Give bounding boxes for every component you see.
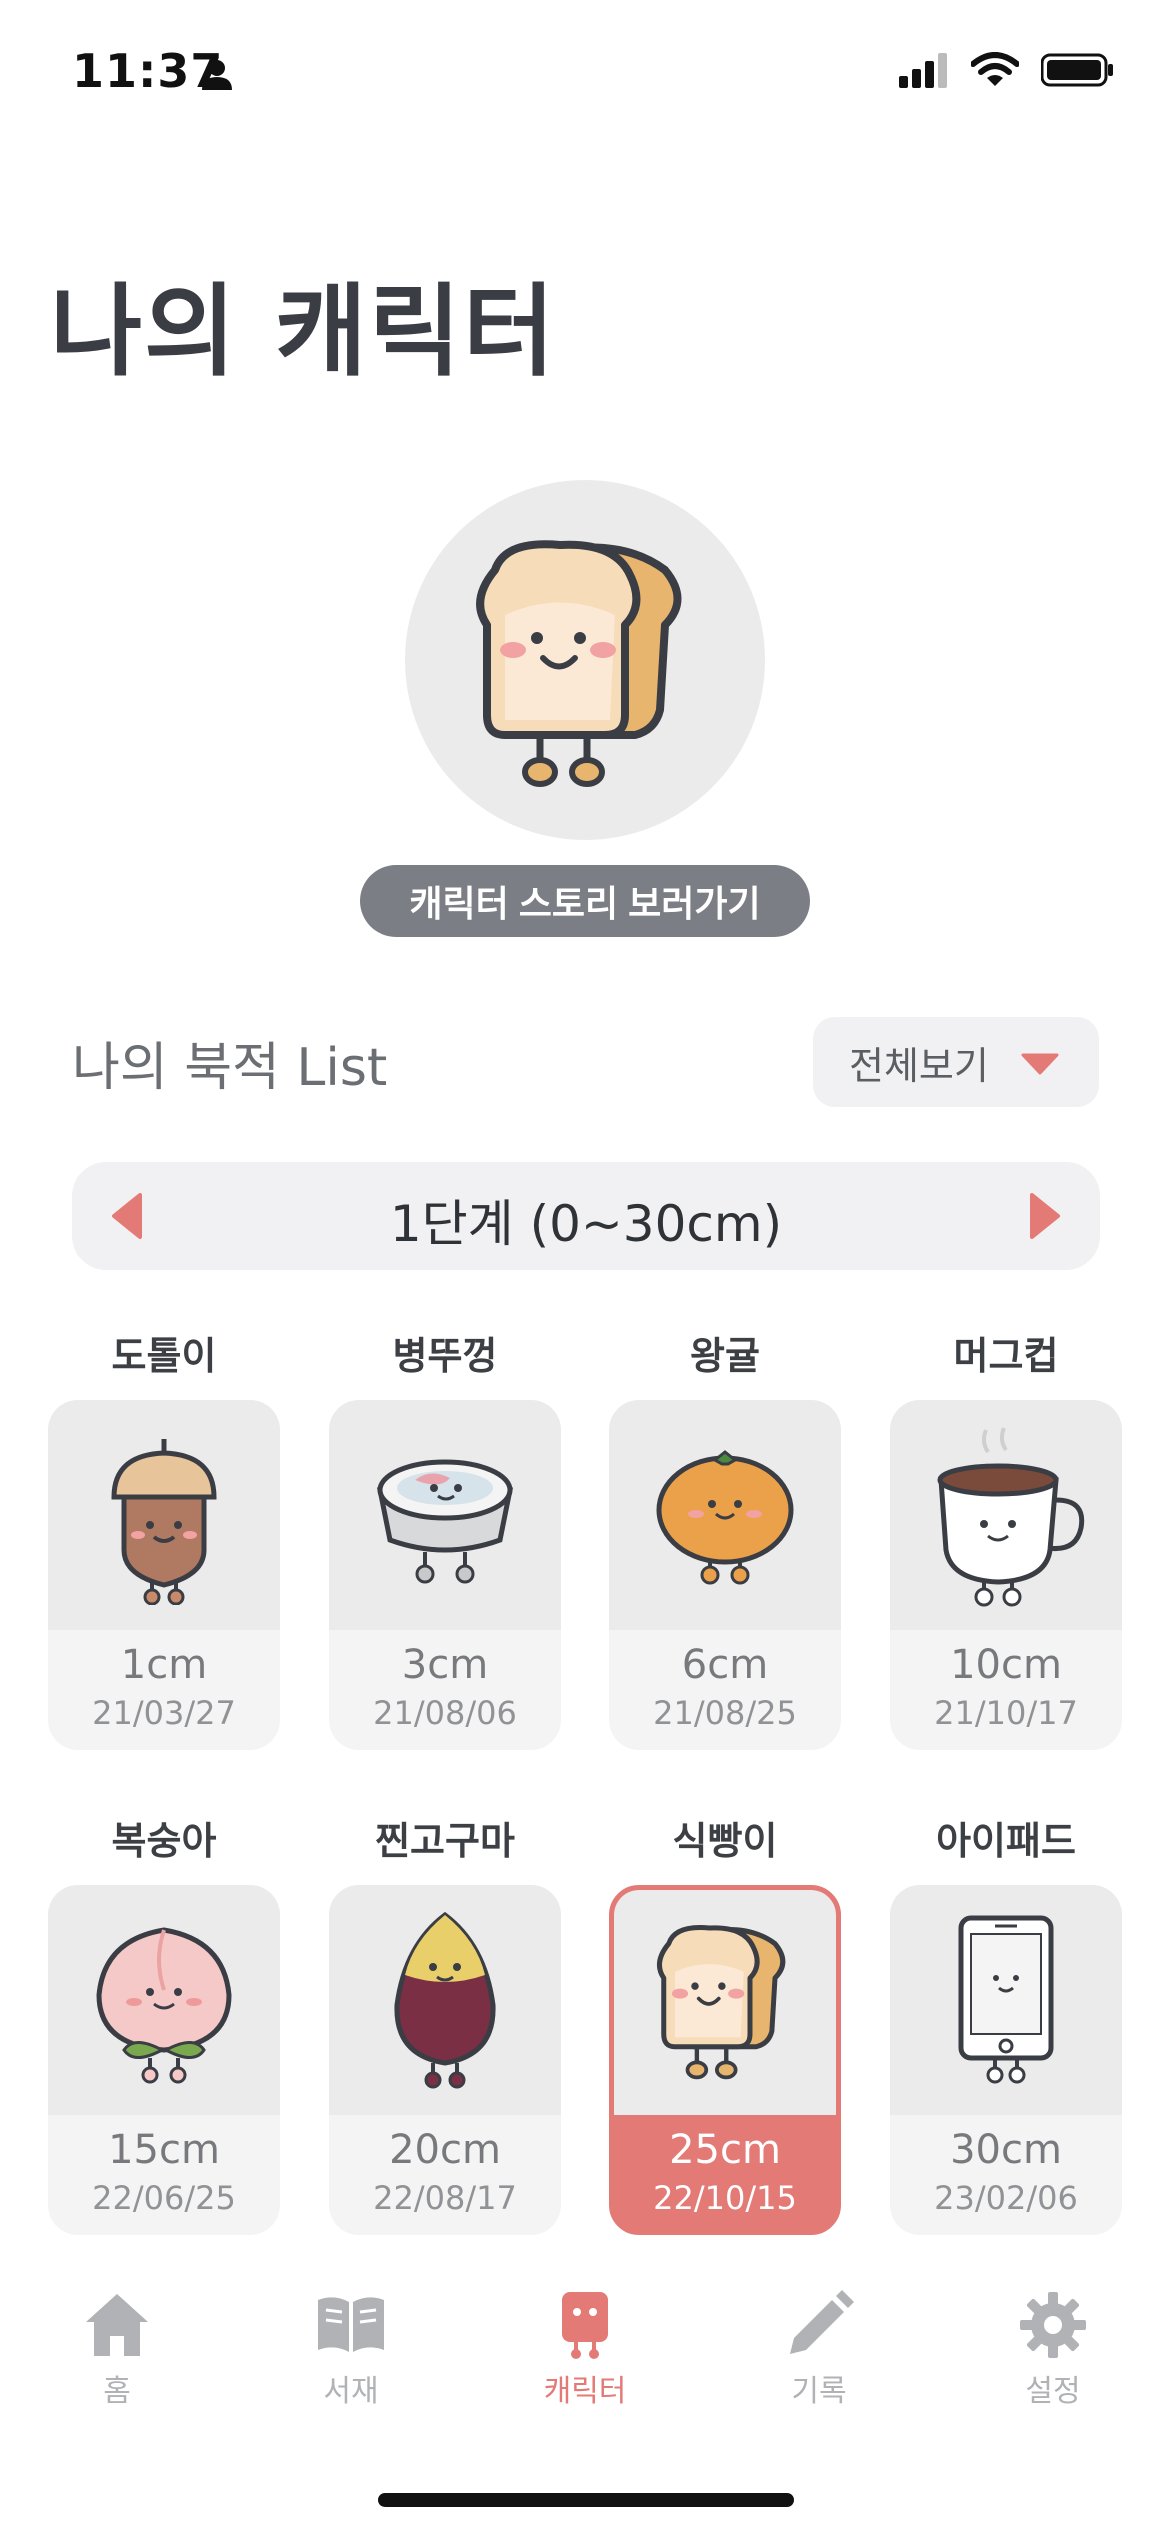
- tab-label: 홈: [103, 2374, 131, 2409]
- level-label: 1단계 (0~30cm): [389, 1195, 783, 1253]
- caret-down-icon: [1021, 1053, 1059, 1075]
- battery-icon: [1041, 53, 1113, 87]
- tangerine-character-icon: [656, 1450, 794, 1585]
- person-icon: [202, 60, 232, 90]
- tab-library[interactable]: 서재: [271, 2290, 431, 2410]
- character-size: 3cm: [401, 1642, 489, 1688]
- character-name: 복숭아: [111, 1819, 217, 1863]
- character-date: 21/08/06: [373, 1694, 517, 1732]
- home-icon: [86, 2294, 148, 2356]
- pencil-icon: [790, 2290, 854, 2354]
- character-name: 식빵이: [672, 1819, 778, 1863]
- gear-icon: [1020, 2292, 1086, 2358]
- sweet-potato-character-icon: [394, 1911, 496, 2089]
- status-bar: 11:37: [0, 0, 1170, 150]
- acorn-character-icon: [111, 1439, 217, 1605]
- character-date: 23/02/06: [934, 2179, 1078, 2217]
- character-date: 21/08/25: [653, 1694, 797, 1732]
- character-name: 병뚜껑: [392, 1334, 498, 1378]
- character-name: 아이패드: [936, 1819, 1076, 1863]
- tab-label: 설정: [1025, 2374, 1081, 2409]
- character-size: 10cm: [950, 1642, 1062, 1688]
- character-size: 15cm: [108, 2127, 220, 2173]
- character-name: 찐고구마: [375, 1819, 515, 1863]
- tab-label: 캐릭터: [543, 2374, 627, 2409]
- character-size: 6cm: [681, 1642, 769, 1688]
- character-card[interactable]: 30cm 23/02/06: [890, 1885, 1122, 2235]
- character-date: 22/10/15: [653, 2179, 797, 2217]
- tab-label: 서재: [323, 2374, 379, 2409]
- character-card[interactable]: 15cm 22/06/25: [48, 1885, 280, 2235]
- mug-character-icon: [937, 1427, 1085, 1607]
- filter-dropdown[interactable]: 전체보기: [813, 1017, 1099, 1107]
- page-title: 나의 캐릭터: [50, 273, 557, 390]
- bottle-cap-character-icon: [376, 1459, 514, 1584]
- character-icon: [562, 2292, 608, 2359]
- character-date: 22/08/17: [373, 2179, 517, 2217]
- tab-character[interactable]: 캐릭터: [505, 2290, 665, 2410]
- character-avatar: [405, 480, 765, 840]
- character-date: 21/03/27: [92, 1694, 236, 1732]
- character-date: 21/10/17: [934, 1694, 1078, 1732]
- level-selector: 1단계 (0~30cm): [72, 1162, 1100, 1270]
- filter-label: 전체보기: [849, 1043, 989, 1088]
- character-card-selected[interactable]: 25cm 22/10/15: [609, 1885, 841, 2235]
- character-size: 30cm: [950, 2127, 1062, 2173]
- character-story-button[interactable]: 캐릭터 스토리 보러가기: [360, 865, 810, 937]
- character-card[interactable]: 1cm 21/03/27: [48, 1400, 280, 1750]
- signal-icon: [899, 53, 947, 88]
- character-name: 도톨이: [111, 1334, 217, 1378]
- tab-label: 기록: [791, 2374, 847, 2409]
- character-name: 왕귤: [690, 1334, 760, 1378]
- tab-bar: 홈 서재 캐릭터 기록 설정: [0, 2290, 1170, 2450]
- wifi-icon: [971, 52, 1019, 86]
- home-indicator[interactable]: [378, 2493, 794, 2507]
- list-title: 나의 북적 List: [72, 1038, 388, 1098]
- next-level-button[interactable]: [1028, 1192, 1062, 1240]
- peach-character-icon: [96, 1927, 232, 2084]
- character-size: 25cm: [669, 2127, 781, 2173]
- character-size: 1cm: [120, 1642, 208, 1688]
- tab-record[interactable]: 기록: [739, 2290, 899, 2410]
- bread-character-icon: [476, 540, 682, 787]
- tab-home[interactable]: 홈: [37, 2290, 197, 2410]
- bread-character-icon: [656, 1924, 786, 2079]
- character-card[interactable]: 6cm 21/08/25: [609, 1400, 841, 1750]
- character-card[interactable]: 20cm 22/08/17: [329, 1885, 561, 2235]
- character-size: 20cm: [389, 2127, 501, 2173]
- book-icon: [318, 2297, 384, 2352]
- tab-settings[interactable]: 설정: [973, 2290, 1133, 2410]
- character-card[interactable]: 3cm 21/08/06: [329, 1400, 561, 1750]
- character-card[interactable]: 10cm 21/10/17: [890, 1400, 1122, 1750]
- character-name: 머그컵: [953, 1334, 1059, 1378]
- character-date: 22/06/25: [92, 2179, 236, 2217]
- ipad-character-icon: [958, 1915, 1054, 2084]
